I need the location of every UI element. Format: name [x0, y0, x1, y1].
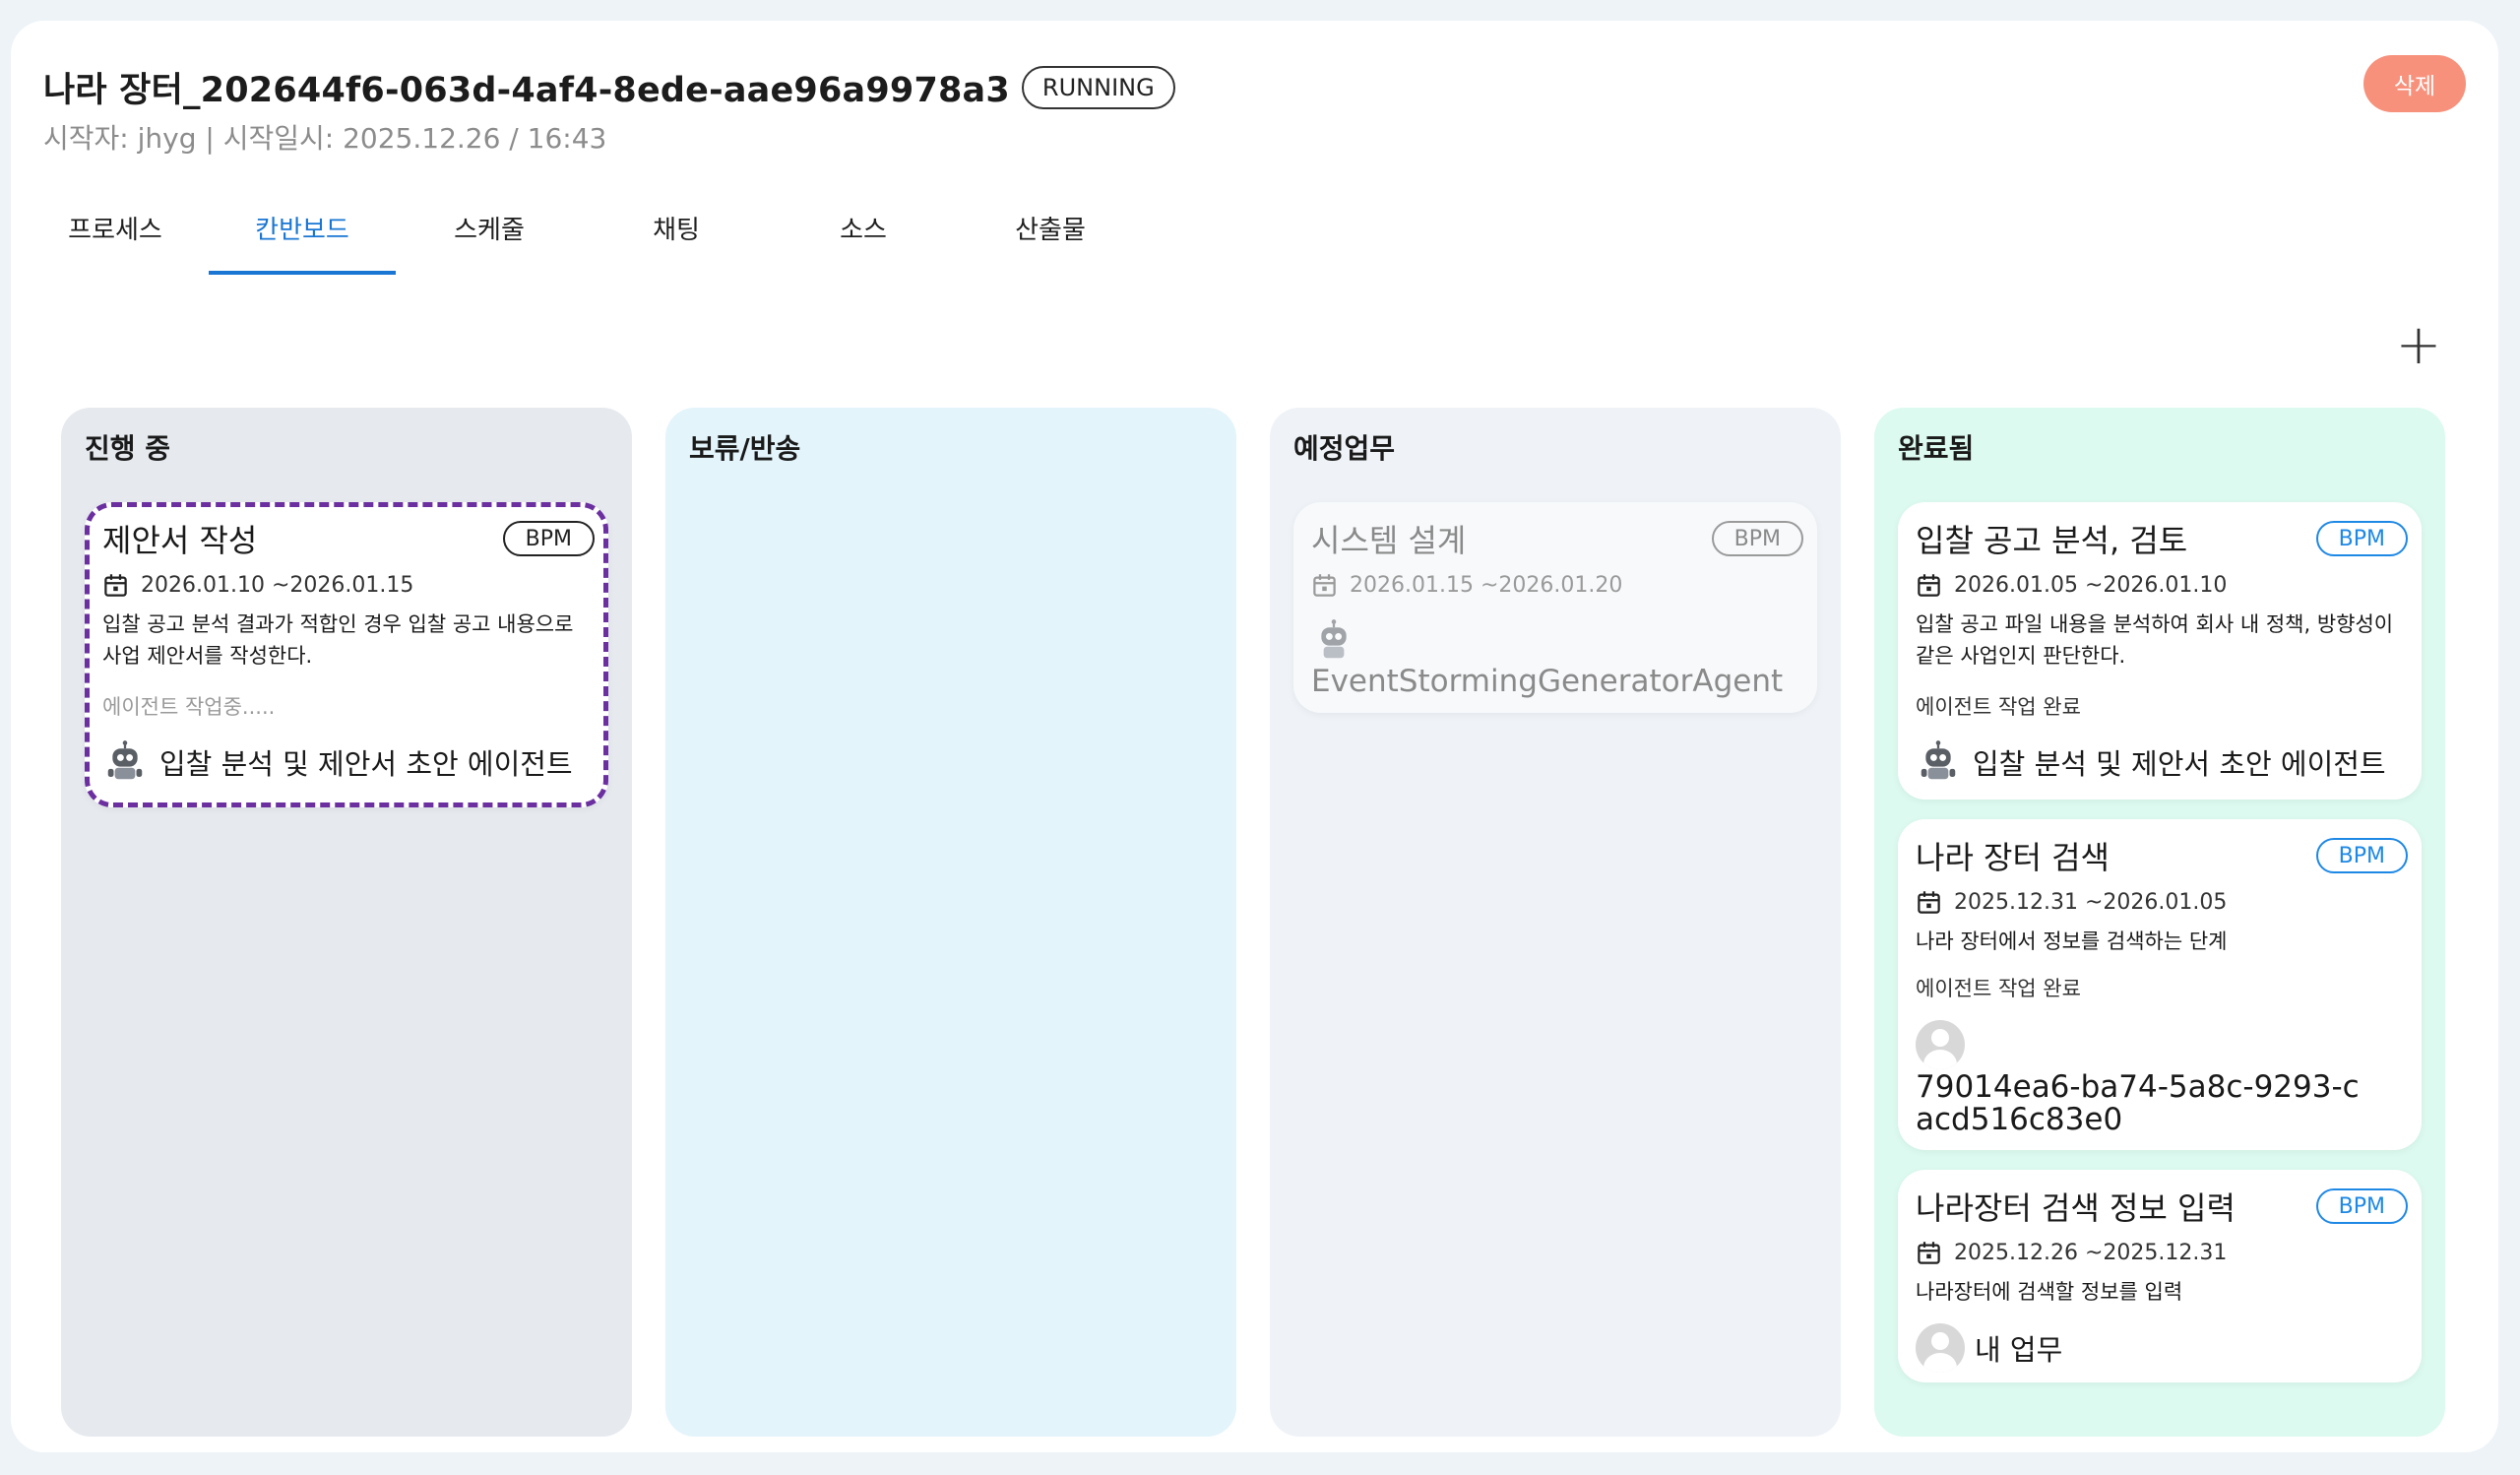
agent-status: 에이전트 작업 완료 — [1916, 977, 2081, 1000]
tab-source[interactable]: 소스 — [770, 188, 957, 275]
assignee-name: 입찰 분석 및 제안서 초안 에이전트 — [1973, 747, 2386, 781]
card-description: 나라장터에 검색할 정보를 입력 — [1916, 1280, 2183, 1304]
robot-icon — [107, 740, 143, 780]
assignee-name: EventStormingGeneratorAgent — [1311, 664, 1784, 699]
tab-outputs[interactable]: 산출물 — [957, 188, 1144, 275]
card-description: 입찰 공고 파일 내용을 분석하여 회사 내 정책, 방향성이 같은 사업인지 … — [1916, 612, 2394, 668]
card-description: 입찰 공고 분석 결과가 적합인 경우 입찰 공고 내용으로 사업 제안서를 작… — [102, 612, 574, 668]
column-scheduled: 예정업무 시스템 설계 BPM 2026.01.15 ~2026.01.20 E… — [1270, 408, 1841, 1437]
status-badge: RUNNING — [1021, 65, 1175, 109]
task-card[interactable]: 입찰 공고 분석, 검토 BPM 2026.01.05 ~2026.01.10 … — [1898, 502, 2422, 800]
card-dates: 2025.12.31 ~2026.01.05 — [1916, 889, 2227, 916]
add-icon[interactable]: + — [2396, 318, 2442, 373]
bpm-badge: BPM — [2315, 1188, 2408, 1224]
column-title: 완료됨 — [1898, 432, 1975, 465]
tab-bar: 프로세스 칸반보드 스케줄 채팅 소스 산출물 — [22, 188, 1144, 275]
assignee-name: 입찰 분석 및 제안서 초안 에이전트 — [159, 747, 573, 781]
calendar-icon — [1918, 574, 1940, 597]
instance-meta: 시작자: jhyg | 시작일시: 2025.12.26 / 16:43 — [43, 122, 607, 155]
card-title: 시스템 설계 — [1311, 522, 1467, 559]
column-title: 진행 중 — [85, 432, 171, 465]
calendar-icon — [1918, 891, 1940, 914]
tab-kanban[interactable]: 칸반보드 — [209, 188, 396, 275]
card-title: 제안서 작성 — [102, 522, 258, 559]
assignee: 입찰 분석 및 제안서 초안 에이전트 — [1916, 739, 2386, 785]
robot-icon — [1321, 619, 1347, 659]
column-title: 예정업무 — [1293, 432, 1396, 465]
date-range: 2025.12.31 ~2026.01.05 — [1954, 890, 2228, 915]
column-title: 보류/반송 — [689, 432, 801, 465]
assignee-name: 79014ea6-ba74-5a8c-9293-cacd516c83e0 — [1916, 1069, 2360, 1137]
card-title: 나라 장터 검색 — [1916, 839, 2110, 876]
page-title: 나라 장터_202644f6-063d-4af4-8ede-aae96a9978… — [43, 71, 1010, 110]
tab-chat[interactable]: 채팅 — [583, 188, 770, 275]
user-avatar-icon — [1916, 1323, 1965, 1373]
delete-button[interactable]: 삭제 — [2363, 55, 2466, 112]
task-card[interactable]: 제안서 작성 BPM 2026.01.10 ~2026.01.15 입찰 공고 … — [85, 502, 608, 807]
title-row: 나라 장터_202644f6-063d-4af4-8ede-aae96a9978… — [43, 62, 1175, 112]
user-avatar-icon — [1916, 1020, 1965, 1069]
robot-icon — [1921, 740, 1956, 780]
bpm-badge: BPM — [2315, 521, 2408, 556]
date-range: 2025.12.26 ~2025.12.31 — [1954, 1241, 2228, 1265]
assignee: 내 업무 — [1916, 1323, 2062, 1373]
card-dates: 2025.12.26 ~2025.12.31 — [1916, 1240, 2227, 1266]
calendar-icon — [104, 574, 127, 597]
card-dates: 2026.01.05 ~2026.01.10 — [1916, 572, 2227, 599]
assignee-name: 내 업무 — [1975, 1333, 2063, 1367]
task-card[interactable]: 시스템 설계 BPM 2026.01.15 ~2026.01.20 EventS… — [1293, 502, 1817, 713]
agent-status: 에이전트 작업 완료 — [1916, 695, 2081, 719]
task-card[interactable]: 나라장터 검색 정보 입력 BPM 2025.12.26 ~2025.12.31… — [1898, 1170, 2422, 1382]
task-card[interactable]: 나라 장터 검색 BPM 2025.12.31 ~2026.01.05 나라 장… — [1898, 819, 2422, 1150]
assignee: EventStormingGeneratorAgent — [1311, 618, 1783, 699]
card-description: 나라 장터에서 정보를 검색하는 단계 — [1916, 930, 2228, 953]
column-in-progress: 진행 중 제안서 작성 BPM 2026.01.10 ~2026.01.15 입… — [61, 408, 632, 1437]
bpm-badge: BPM — [1711, 521, 1803, 556]
card-dates: 2026.01.15 ~2026.01.20 — [1311, 572, 1622, 599]
tab-process[interactable]: 프로세스 — [22, 188, 209, 275]
calendar-icon — [1313, 574, 1336, 597]
card-title: 나라장터 검색 정보 입력 — [1916, 1189, 2236, 1227]
date-range: 2026.01.10 ~2026.01.15 — [141, 573, 414, 598]
assignee: 입찰 분석 및 제안서 초안 에이전트 — [102, 739, 573, 785]
date-range: 2026.01.15 ~2026.01.20 — [1350, 573, 1623, 598]
date-range: 2026.01.05 ~2026.01.10 — [1954, 573, 2228, 598]
column-completed: 완료됨 입찰 공고 분석, 검토 BPM 2026.01.05 ~2026.01… — [1874, 408, 2445, 1437]
tab-schedule[interactable]: 스케줄 — [396, 188, 583, 275]
bpm-badge: BPM — [502, 521, 595, 556]
assignee: 79014ea6-ba74-5a8c-9293-cacd516c83e0 — [1916, 1020, 2368, 1136]
column-on-hold: 보류/반송 — [665, 408, 1236, 1437]
bpm-badge: BPM — [2315, 838, 2408, 873]
calendar-icon — [1918, 1242, 1940, 1264]
process-instance-panel: 나라 장터_202644f6-063d-4af4-8ede-aae96a9978… — [11, 21, 2498, 1452]
card-title: 입찰 공고 분석, 검토 — [1916, 522, 2188, 559]
card-dates: 2026.01.10 ~2026.01.15 — [102, 572, 413, 599]
agent-status: 에이전트 작업중..... — [102, 695, 276, 719]
